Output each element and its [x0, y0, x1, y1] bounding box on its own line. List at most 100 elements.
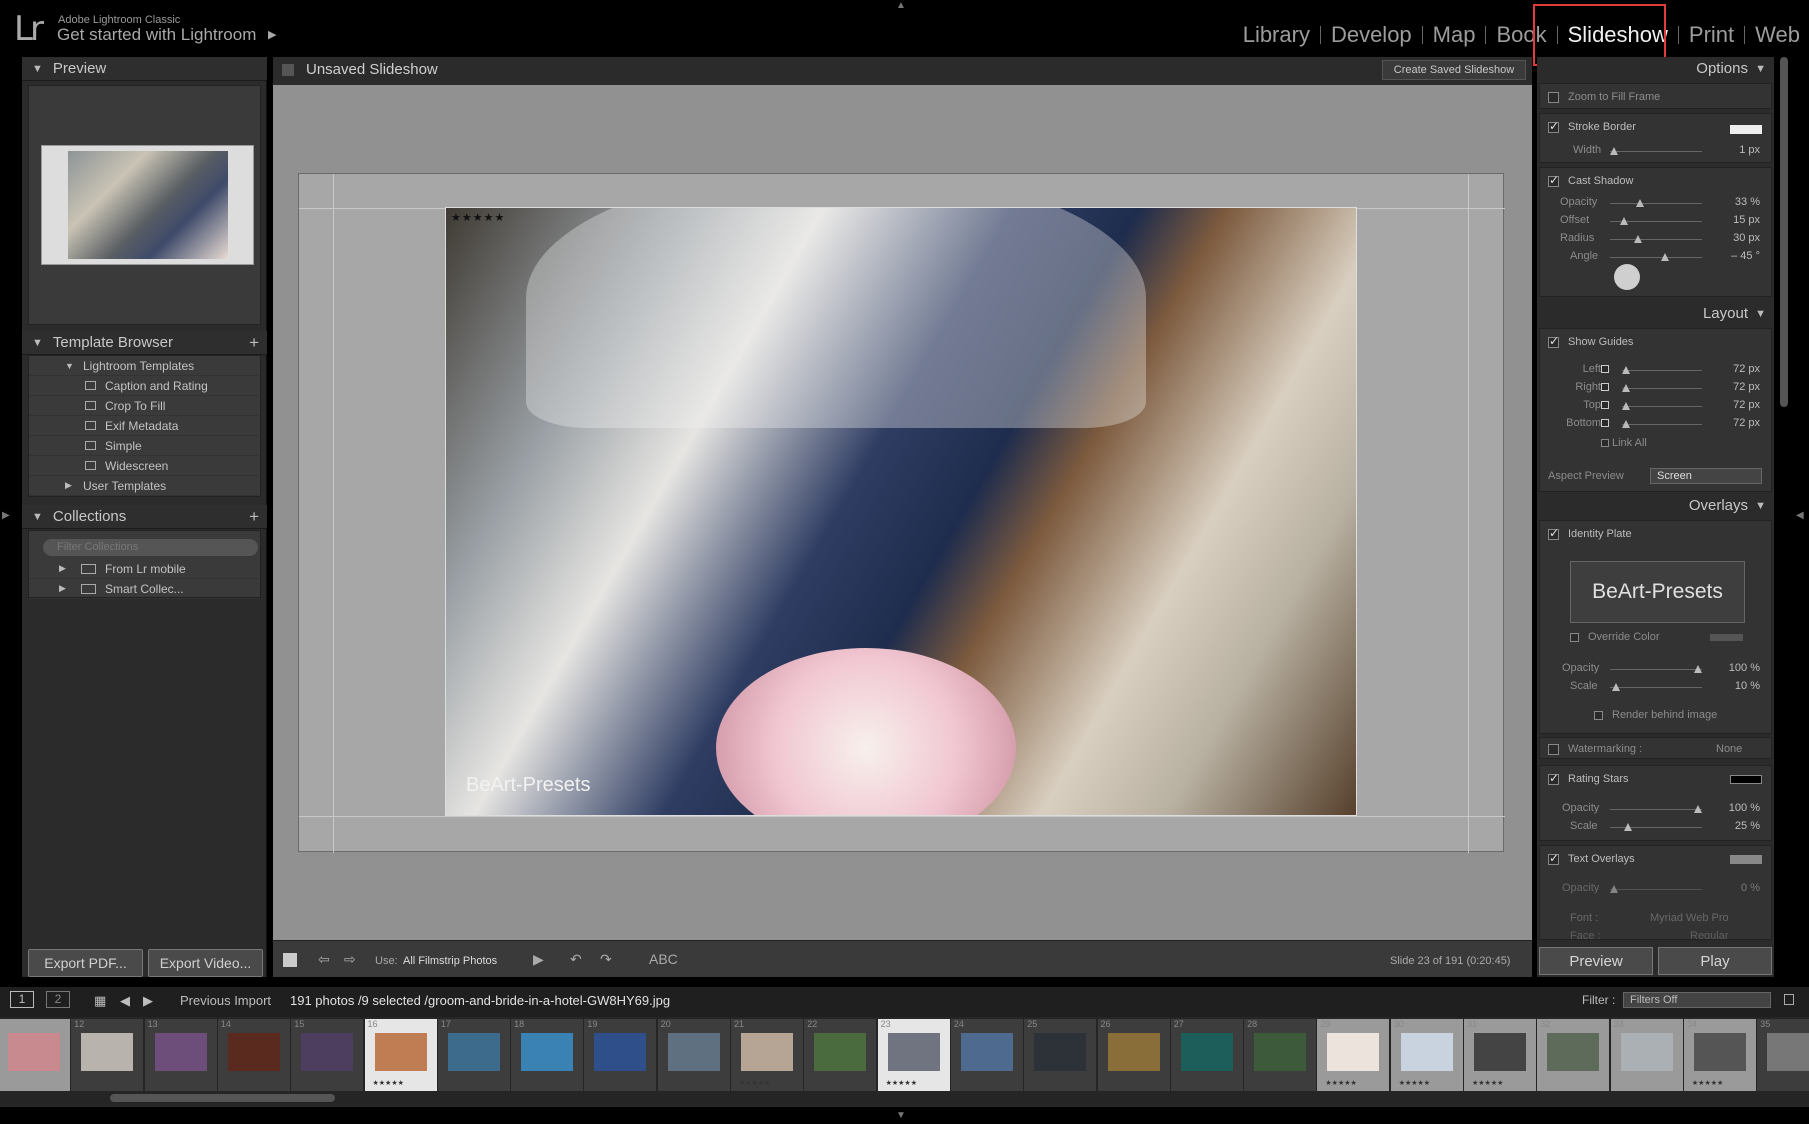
filmstrip-cell[interactable] — [0, 1019, 70, 1091]
filmstrip-cell[interactable]: 26 — [1097, 1019, 1170, 1091]
stop-icon[interactable] — [283, 953, 297, 967]
template-item[interactable]: Caption and Rating — [29, 376, 260, 396]
guide-right-slider[interactable] — [1622, 384, 1702, 392]
source-label[interactable]: Previous Import — [180, 993, 271, 1008]
template-item[interactable]: ▶ User Templates — [29, 476, 260, 496]
shadow-offset-slider[interactable] — [1610, 217, 1702, 225]
options-header[interactable]: Options ▼ — [1537, 57, 1774, 81]
right-guide[interactable] — [1468, 174, 1469, 853]
angle-dial[interactable] — [1614, 264, 1640, 290]
show-guides-checkbox[interactable] — [1548, 334, 1559, 348]
collapsed-triangle-icon[interactable]: ▶ — [65, 480, 72, 491]
filmstrip-cell[interactable]: 18 — [511, 1019, 584, 1091]
to-opacity-slider[interactable] — [1610, 885, 1702, 893]
guide-lock-checkbox[interactable] — [1601, 383, 1609, 391]
add-text-button[interactable]: ABC — [649, 951, 678, 967]
identity-arrow-icon[interactable]: ▶ — [268, 28, 276, 41]
render-behind-checkbox[interactable] — [1594, 711, 1603, 720]
identity-plate-editor[interactable]: BeArt-Presets — [1570, 561, 1745, 623]
add-collection-icon[interactable]: + — [249, 507, 259, 527]
filmstrip-cell[interactable]: 31 ★★★★★ — [1464, 1019, 1536, 1091]
filter-collections-input[interactable]: Filter Collections — [43, 539, 258, 556]
guide-lock-checkbox[interactable] — [1601, 419, 1609, 427]
guide-lock-checkbox[interactable] — [1601, 365, 1609, 373]
rotate-right-icon[interactable]: ↷ — [600, 951, 612, 968]
watermarking-select[interactable]: None — [1716, 743, 1742, 755]
module-map[interactable]: Map — [1423, 22, 1486, 48]
slider-knob[interactable] — [1634, 235, 1642, 243]
filmstrip-cell[interactable]: 33 — [1610, 1019, 1683, 1091]
ip-opacity-slider[interactable] — [1610, 665, 1702, 673]
filmstrip-cell[interactable]: 34 ★★★★★ — [1683, 1019, 1756, 1091]
slider-knob[interactable] — [1622, 366, 1630, 374]
slider-knob[interactable] — [1636, 199, 1644, 207]
module-develop[interactable]: Develop — [1321, 22, 1422, 48]
shadow-opacity-slider[interactable] — [1610, 199, 1702, 207]
layout-header[interactable]: Layout ▼ — [1537, 302, 1774, 326]
rs-opacity-slider[interactable] — [1610, 805, 1702, 813]
right-panel-scrollbar[interactable] — [1780, 57, 1788, 407]
identity-plate-text[interactable]: Get started with Lightroom — [57, 25, 256, 45]
filmstrip-cell[interactable]: 23 ★★★★★ — [877, 1019, 950, 1091]
text-overlay-color-swatch[interactable] — [1730, 855, 1762, 864]
filmstrip-cell[interactable]: 16 ★★★★★ — [364, 1019, 437, 1091]
slider-knob[interactable] — [1622, 420, 1630, 428]
main-window-button[interactable]: 1 — [10, 991, 34, 1008]
grid-view-icon[interactable]: ▦ — [94, 993, 106, 1009]
previous-slide-icon[interactable]: ⇦ — [318, 951, 330, 968]
slider-knob[interactable] — [1694, 805, 1702, 813]
template-item[interactable]: Crop To Fill — [29, 396, 260, 416]
filmstrip-scrollbar[interactable] — [110, 1094, 335, 1102]
back-icon[interactable]: ◀ — [120, 993, 130, 1009]
filter-select[interactable]: Filters Off — [1623, 992, 1771, 1008]
slider-knob[interactable] — [1622, 384, 1630, 392]
play-button[interactable]: Play — [1658, 947, 1772, 975]
module-print[interactable]: Print — [1679, 22, 1744, 48]
export-pdf-button[interactable]: Export PDF... — [28, 949, 143, 977]
bottom-guide[interactable] — [299, 816, 1505, 817]
collapsed-triangle-icon[interactable]: ▶ — [59, 563, 66, 574]
expanded-triangle-icon[interactable]: ▼ — [65, 361, 74, 371]
collapse-triangle-icon[interactable]: ▼ — [32, 511, 43, 523]
stroke-color-swatch[interactable] — [1730, 125, 1762, 134]
filmstrip-cell[interactable]: 22 — [804, 1019, 877, 1091]
collections-header[interactable]: ▼ Collections + — [22, 505, 267, 529]
filmstrip-cell[interactable]: 19 — [584, 1019, 657, 1091]
filmstrip-cell[interactable]: 21 ★★★★★ — [731, 1019, 803, 1091]
left-guide[interactable] — [333, 174, 334, 853]
slide-photo[interactable] — [445, 207, 1357, 816]
slider-knob[interactable] — [1620, 217, 1628, 225]
rs-scale-slider[interactable] — [1610, 823, 1702, 831]
template-browser-header[interactable]: ▼ Template Browser + — [22, 331, 267, 355]
filmstrip-cell[interactable]: 12 — [71, 1019, 144, 1091]
identity-plate-overlay[interactable]: BeArt-Presets — [466, 774, 590, 797]
template-item[interactable]: Exif Metadata — [29, 416, 260, 436]
override-color-checkbox[interactable] — [1570, 633, 1579, 642]
collapse-triangle-icon[interactable]: ▼ — [1755, 57, 1766, 81]
guide-left-slider[interactable] — [1622, 366, 1702, 374]
guide-lock-checkbox[interactable] — [1601, 401, 1609, 409]
shadow-radius-slider[interactable] — [1610, 235, 1702, 243]
override-color-swatch[interactable] — [1710, 634, 1743, 641]
shadow-angle-slider[interactable] — [1610, 253, 1702, 261]
slider-knob[interactable] — [1622, 402, 1630, 410]
rating-stars-checkbox[interactable] — [1548, 771, 1559, 785]
watermarking-checkbox[interactable] — [1548, 744, 1559, 755]
stroke-border-checkbox[interactable] — [1548, 119, 1559, 133]
filmstrip-cell[interactable]: 35 — [1757, 1019, 1809, 1091]
next-slide-icon[interactable]: ⇨ — [344, 951, 356, 968]
filmstrip-cell[interactable]: 20 — [657, 1019, 730, 1091]
left-panel-toggle-icon[interactable]: ▶ — [2, 510, 10, 521]
filmstrip-cell[interactable]: 13 — [144, 1019, 217, 1091]
slider-knob[interactable] — [1610, 147, 1618, 155]
filmstrip-cell[interactable]: 14 — [217, 1019, 290, 1091]
filmstrip-cell[interactable]: 24 — [950, 1019, 1023, 1091]
slideshow-checkbox[interactable] — [282, 64, 294, 76]
face-select[interactable]: Regular — [1690, 930, 1729, 939]
collection-item[interactable]: ▶ Smart Collec... — [29, 579, 260, 599]
add-template-icon[interactable]: + — [249, 333, 259, 353]
slider-knob[interactable] — [1624, 823, 1632, 831]
link-all-checkbox[interactable] — [1601, 439, 1609, 447]
filmstrip-cell[interactable]: 32 — [1537, 1019, 1610, 1091]
text-overlays-checkbox[interactable] — [1548, 851, 1559, 865]
